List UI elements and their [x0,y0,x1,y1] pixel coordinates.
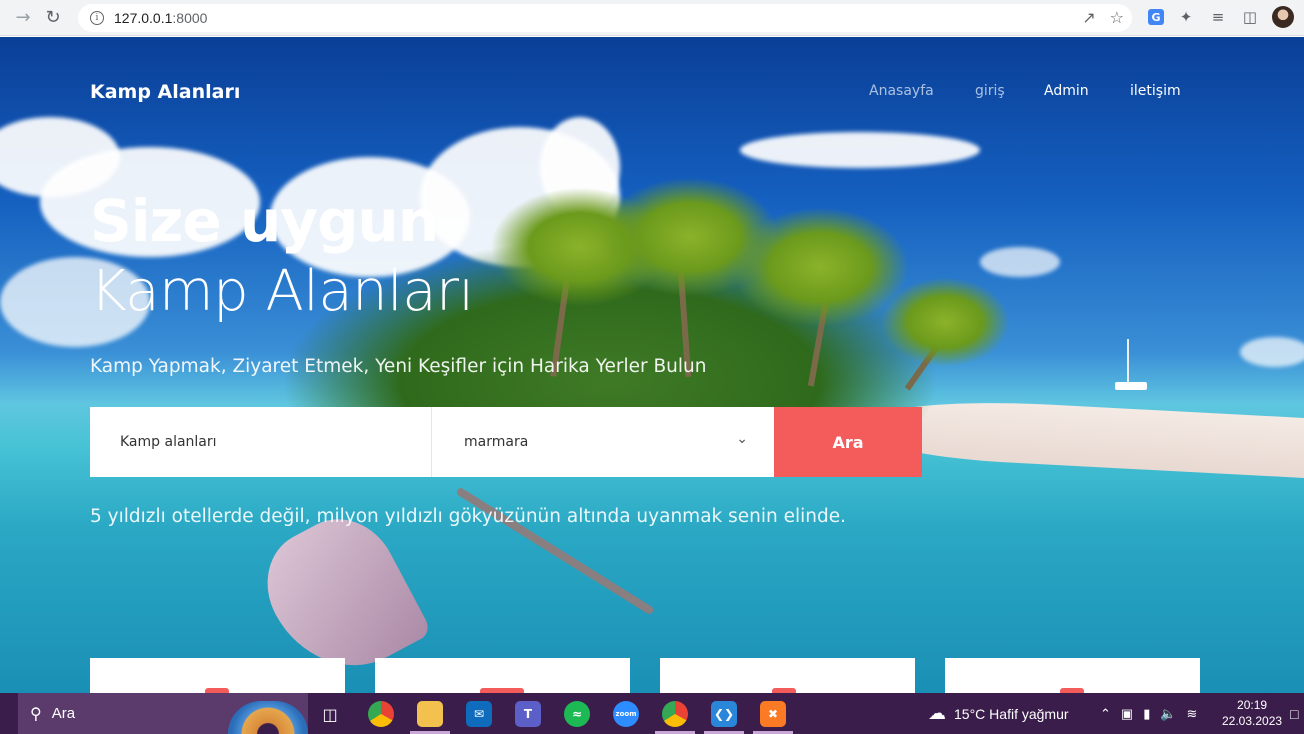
region-select-value: marmara [464,434,529,450]
reload-icon[interactable]: ↻ [38,3,68,33]
url-text: 127.0.0.1:8000 [114,10,208,26]
browser-toolbar: → ↻ i 127.0.0.1:8000 ↗ ☆ G ✦ ≡ ◫ [0,0,1304,36]
taskbar-search-label: Ara [51,705,76,722]
feature-card[interactable] [945,658,1200,693]
feature-card[interactable] [375,658,630,693]
search-icon: ⚲ [30,705,42,723]
side-panel-icon[interactable]: ◫ [1240,7,1260,27]
chrome-profile-icon[interactable] [662,701,688,727]
volume-icon[interactable]: 🔈 [1160,706,1176,722]
zoom-icon[interactable]: zoom [613,701,639,727]
clock[interactable]: 20:19 22.03.2023 [1222,697,1282,729]
hero-tagline: 5 yıldızlı otellerde değil, milyon yıldı… [90,506,847,527]
nav-item-anasayfa[interactable]: Anasayfa [869,83,934,99]
region-select[interactable]: marmara ⌄ [432,407,774,477]
weather-widget[interactable]: ☁ 15°C Hafif yağmur [928,693,1069,734]
cloud-rain-icon: ☁ [928,703,946,723]
cloud-shape [1240,337,1304,367]
chrome-icon[interactable] [368,701,394,727]
hero-subtitle: Kamp Yapmak, Ziyaret Etmek, Yeni Keşifle… [90,356,707,377]
battery-icon[interactable]: ▮ [1143,706,1150,722]
nav-item-iletisim[interactable]: iletişim [1130,83,1181,99]
xampp-icon[interactable]: ✖ [760,701,786,727]
star-icon[interactable]: ☆ [1110,8,1124,27]
extensions-icon[interactable]: ✦ [1176,7,1196,27]
address-bar[interactable]: i 127.0.0.1:8000 ↗ ☆ [78,4,1132,32]
meet-icon[interactable]: ▣ [1121,706,1133,722]
site-brand[interactable]: Kamp Alanları [90,81,240,103]
translate-icon[interactable]: G [1148,9,1164,25]
nav-item-admin[interactable]: Admin [1044,83,1089,99]
cloud-shape [980,247,1060,277]
reading-list-icon[interactable]: ≡ [1208,7,1228,27]
feature-card[interactable] [660,658,915,693]
search-button[interactable]: Ara [774,407,922,477]
clock-date: 22.03.2023 [1222,714,1283,728]
search-form: Kamp alanları marmara ⌄ Ara [90,407,922,477]
hero-title-light: Kamp Alanları [90,259,474,324]
cloud-shape [740,132,980,168]
search-highlight-image [228,701,308,734]
search-input[interactable]: Kamp alanları [90,407,432,477]
info-icon[interactable]: i [90,11,104,25]
chevron-up-icon[interactable]: ⌃ [1100,706,1111,722]
back-arrow-icon[interactable]: → [8,3,38,33]
task-view-icon[interactable]: ◫ [317,701,343,727]
wifi-icon[interactable]: ≋ [1187,706,1198,722]
notification-icon[interactable]: □ [1290,693,1298,734]
hero-section: Kamp Alanları Anasayfa giriş Admin ileti… [0,37,1304,693]
yacht [1115,382,1147,390]
weather-text: 15°C Hafif yağmur [954,705,1069,722]
vscode-icon[interactable]: ❮❯ [711,701,737,727]
palm-leaves [880,277,1010,367]
mail-icon[interactable]: ✉ [466,701,492,727]
teams-icon[interactable]: T [515,701,541,727]
windows-taskbar: ⚲ Ara ◫ ✉ T ≈ zoom ❮❯ ✖ ☁ 15°C Hafif yağ… [0,693,1304,734]
feature-card[interactable] [90,658,345,693]
system-tray: ⌃ ▣ ▮ 🔈 ≋ [1100,693,1197,734]
profile-avatar[interactable] [1272,6,1294,28]
file-explorer-icon[interactable] [417,701,443,727]
beach-sand [880,395,1304,479]
chevron-down-icon: ⌄ [736,431,748,447]
spotify-icon[interactable]: ≈ [564,701,590,727]
taskbar-search[interactable]: ⚲ Ara [18,693,308,734]
hero-title-bold: Size uygun [90,187,439,255]
nav-item-giris[interactable]: giriş [975,83,1005,99]
share-icon[interactable]: ↗ [1082,8,1095,27]
clock-time: 20:19 [1237,698,1268,712]
yacht-mast [1127,339,1129,384]
